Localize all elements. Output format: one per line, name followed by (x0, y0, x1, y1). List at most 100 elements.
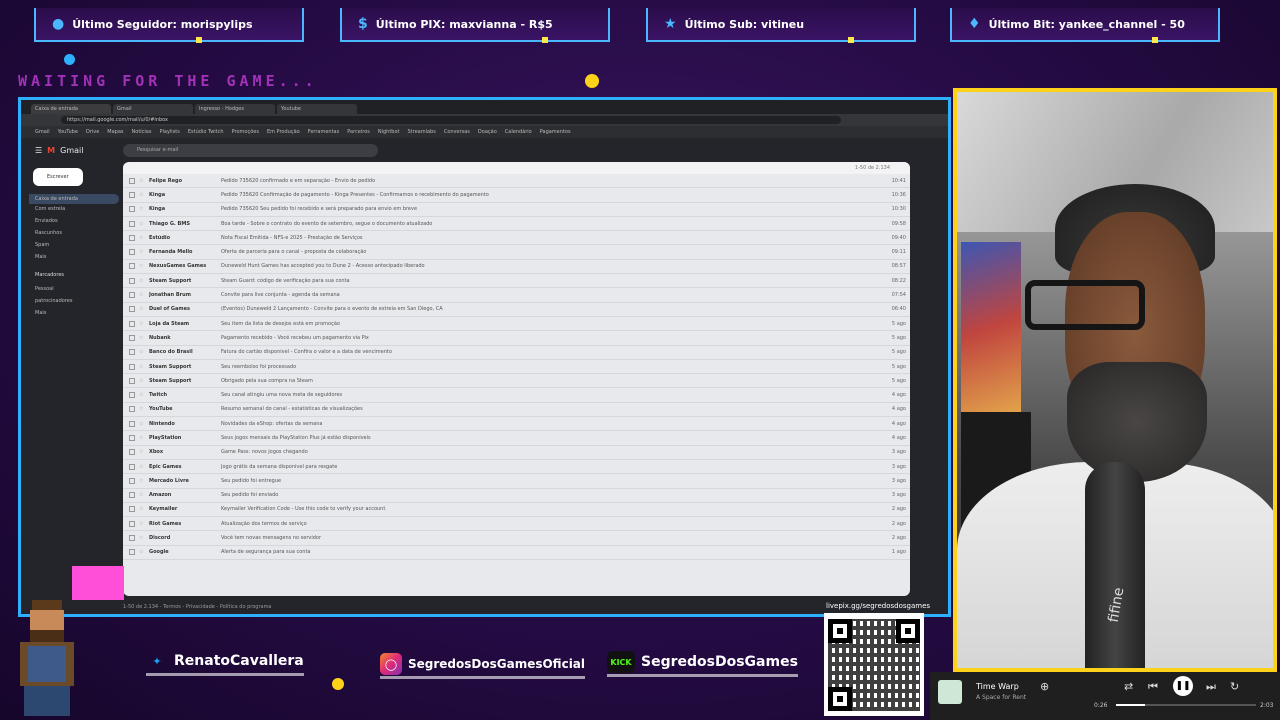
row-checkbox[interactable] (129, 477, 135, 484)
star-icon[interactable]: ☆ (139, 321, 149, 327)
email-row[interactable]: ☆ Kinga Pedido 735620 Seu pedido foi receb… (123, 203, 910, 217)
email-row[interactable]: ☆ Steam Support Seu reembolso foi processa… (123, 360, 910, 375)
email-row[interactable]: ☆ YouTube Resumo semanal do canal - estatí… (123, 403, 910, 418)
progress-bar[interactable] (1116, 704, 1256, 706)
nav-starred[interactable]: Com estrela (35, 206, 65, 212)
bookmark-item[interactable]: Playlists (159, 129, 179, 135)
row-checkbox[interactable] (129, 220, 135, 227)
star-icon[interactable]: ☆ (139, 178, 149, 184)
add-icon[interactable]: ⊕ (1040, 680, 1049, 693)
row-checkbox[interactable] (129, 206, 135, 213)
row-checkbox[interactable] (129, 334, 135, 341)
star-icon[interactable]: ☆ (139, 349, 149, 355)
row-checkbox[interactable] (129, 434, 135, 441)
star-icon[interactable]: ☆ (139, 549, 149, 555)
star-icon[interactable]: ☆ (139, 521, 149, 527)
email-row[interactable]: ☆ Steam Support Steam Guard: código de ver… (123, 274, 910, 289)
star-icon[interactable]: ☆ (139, 449, 149, 455)
row-checkbox[interactable] (129, 349, 135, 356)
row-checkbox[interactable] (129, 520, 135, 527)
star-icon[interactable]: ☆ (139, 335, 149, 341)
search-input[interactable]: Pesquisar e-mail (123, 144, 378, 157)
gmail-logo[interactable]: ☰ M Gmail (35, 146, 83, 155)
bookmark-item[interactable]: Notícias (132, 129, 152, 135)
bookmark-item[interactable]: Doação (478, 129, 497, 135)
bookmark-item[interactable]: Parceiros (347, 129, 370, 135)
row-checkbox[interactable] (129, 263, 135, 270)
marker-item[interactable]: Mais (35, 310, 46, 316)
star-icon[interactable]: ☆ (139, 221, 149, 227)
star-icon[interactable]: ☆ (139, 263, 149, 269)
bookmark-item[interactable]: Pagamentos (540, 129, 571, 135)
marker-item[interactable]: patrocinadores (35, 298, 72, 304)
bookmark-item[interactable]: Em Produção (267, 129, 300, 135)
twitter-handle[interactable]: ✦ RenatoCavallera (146, 650, 304, 676)
star-icon[interactable]: ☆ (139, 292, 149, 298)
shuffle-icon[interactable]: ⇄ (1124, 680, 1133, 693)
bookmark-item[interactable]: Mapas (107, 129, 123, 135)
row-checkbox[interactable] (129, 191, 135, 198)
bookmark-item[interactable]: Gmail (35, 129, 50, 135)
email-row[interactable]: ☆ Amazon Seu pedido foi enviado 3 ago (123, 489, 910, 503)
star-icon[interactable]: ☆ (139, 478, 149, 484)
email-row[interactable]: ☆ Nintendo Novidades da eShop: ofertas da … (123, 417, 910, 432)
row-checkbox[interactable] (129, 449, 135, 456)
pause-button[interactable]: ❚❚ (1173, 676, 1193, 696)
instagram-handle[interactable]: ◯ SegredosDosGamesOficial (380, 653, 586, 679)
email-row[interactable]: ☆ Xbox Game Pass: novos jogos chegando 3 ag… (123, 446, 910, 460)
email-row[interactable]: ☆ PlayStation Seus jogos mensais da PlaySt… (123, 431, 910, 446)
star-icon[interactable]: ☆ (139, 249, 149, 255)
row-checkbox[interactable] (129, 492, 135, 499)
star-icon[interactable]: ☆ (139, 406, 149, 412)
browser-tab[interactable]: Gmail (113, 104, 193, 114)
nav-more[interactable]: Mais (35, 254, 46, 260)
nav-sent[interactable]: Enviados (35, 218, 58, 224)
email-row[interactable]: ☆ Riot Games Atualização dos termos de ser… (123, 517, 910, 532)
star-icon[interactable]: ☆ (139, 392, 149, 398)
row-checkbox[interactable] (129, 377, 135, 384)
star-icon[interactable]: ☆ (139, 306, 149, 312)
row-checkbox[interactable] (129, 506, 135, 513)
email-row[interactable]: ☆ Duel of Games (Eventos) Duneweld 2 Lança… (123, 303, 910, 317)
row-checkbox[interactable] (129, 249, 135, 256)
row-checkbox[interactable] (129, 234, 135, 241)
next-icon[interactable]: ⏭ (1206, 680, 1216, 694)
email-row[interactable]: ☆ Twitch Seu canal atingiu uma nova meta d… (123, 388, 910, 403)
email-row[interactable]: ☆ Nubank Pagamento recebido - Você recebeu… (123, 331, 910, 346)
repeat-icon[interactable]: ↻ (1230, 680, 1239, 693)
star-icon[interactable]: ☆ (139, 492, 149, 498)
email-row[interactable]: ☆ Google Alerta de segurança para sua cont… (123, 546, 910, 561)
row-checkbox[interactable] (129, 306, 135, 313)
bookmark-item[interactable]: Ferramentas (308, 129, 340, 135)
star-icon[interactable]: ☆ (139, 235, 149, 241)
nav-spam[interactable]: Spam (35, 242, 49, 248)
star-icon[interactable]: ☆ (139, 378, 149, 384)
browser-tab[interactable]: Caixa de entrada (31, 104, 111, 114)
star-icon[interactable]: ☆ (139, 421, 149, 427)
row-checkbox[interactable] (129, 363, 135, 370)
row-checkbox[interactable] (129, 392, 135, 399)
email-row[interactable]: ☆ Thiago G. BMS Boa tarde - Sobre o contra… (123, 217, 910, 232)
bookmark-item[interactable]: Calendário (505, 129, 532, 135)
star-icon[interactable]: ☆ (139, 506, 149, 512)
row-checkbox[interactable] (129, 320, 135, 327)
star-icon[interactable]: ☆ (139, 535, 149, 541)
email-row[interactable]: ☆ Loja da Steam Seu item da lista de desej… (123, 317, 910, 332)
bookmark-item[interactable]: Drive (86, 129, 99, 135)
email-row[interactable]: ☆ Estúdio Nota Fiscal Emitida - NFS-e 2025… (123, 231, 910, 246)
email-row[interactable]: ☆ Fernanda Mello Oferta de parceria para o… (123, 245, 910, 260)
previous-icon[interactable]: ⏮ (1148, 680, 1158, 694)
row-checkbox[interactable] (129, 535, 135, 542)
kick-handle[interactable]: KICK SegredosDosGames (607, 651, 798, 677)
email-row[interactable]: ☆ Discord Você tem novas mensagens no serv… (123, 531, 910, 546)
star-icon[interactable]: ☆ (139, 206, 149, 212)
browser-tab[interactable]: Ingresso - Hodges (195, 104, 275, 114)
nav-inbox[interactable]: Caixa de entrada (29, 194, 119, 204)
nav-drafts[interactable]: Rascunhos (35, 230, 62, 236)
compose-button[interactable]: Escrever (33, 168, 83, 186)
bookmark-item[interactable]: YouTube (58, 129, 78, 135)
email-row[interactable]: ☆ Mercado Livre Seu pedido foi entregue 3 a… (123, 474, 910, 489)
star-icon[interactable]: ☆ (139, 278, 149, 284)
star-icon[interactable]: ☆ (139, 192, 149, 198)
browser-tab[interactable]: Youtube (277, 104, 357, 114)
